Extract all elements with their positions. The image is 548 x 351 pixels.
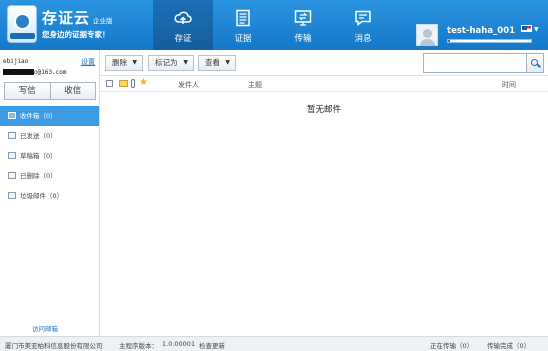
folder-label: 草稿箱（0） <box>20 152 57 160</box>
document-icon <box>236 9 250 27</box>
settings-link[interactable]: 设置 <box>81 57 95 67</box>
deleted-icon <box>8 172 16 179</box>
mail-table-header: ★ 发件人 主题 时间 <box>100 76 548 92</box>
folder-inbox[interactable]: 收件箱（0） <box>0 106 99 126</box>
folder-label: 已发送（0） <box>20 132 57 140</box>
mail-actions: 写信 收信 <box>4 82 96 100</box>
nav-label: 传输 <box>294 34 312 44</box>
nav-label: 证据 <box>234 34 252 44</box>
folder-list: 收件箱（0） 已发送（0） 草稿箱（0） 已删除（0） 垃圾邮件（0） <box>0 106 99 206</box>
brand-slogan: 您身边的证据专家！ <box>42 30 110 39</box>
check-update-link[interactable]: 检查更新 <box>199 340 225 350</box>
language-flag-icon[interactable] <box>521 25 532 32</box>
view-button[interactable]: 查看 ▼ <box>198 55 236 71</box>
account-name: ebijiao <box>3 58 29 65</box>
mark-label: 标记为 <box>155 58 178 67</box>
time-column-header[interactable]: 时间 <box>502 80 516 90</box>
cloud-upload-icon <box>174 11 192 24</box>
brand: 存证云 企业版 您身边的证据专家！ <box>42 7 113 40</box>
folder-sent[interactable]: 已发送（0） <box>0 126 99 146</box>
draft-icon <box>8 152 16 159</box>
envelope-icon <box>119 80 128 87</box>
transferring-status[interactable]: 正在传输（0） <box>430 340 473 350</box>
app-header: 存证云 企业版 您身边的证据专家！ 存证 证据 传输 消息 test-haha_… <box>0 0 548 50</box>
storage-quota-bar <box>447 39 532 43</box>
write-button[interactable]: 写信 <box>4 82 51 100</box>
inbox-icon <box>8 112 16 119</box>
nav-xiaoxi[interactable]: 消息 <box>333 0 393 50</box>
nav-chuanshu[interactable]: 传输 <box>273 0 333 50</box>
brand-title: 存证云 <box>42 9 91 27</box>
search-input[interactable] <box>423 53 527 73</box>
company-name: 厦门市美亚柏科信息股份有限公司 <box>5 342 103 350</box>
nav-label: 消息 <box>354 34 372 44</box>
main-nav: 存证 证据 传输 消息 <box>153 0 393 50</box>
select-all-checkbox[interactable] <box>106 80 113 87</box>
version-number: 1.0.00001 <box>162 340 196 348</box>
folder-label: 收件箱（0） <box>20 112 57 120</box>
transfer-done-status[interactable]: 传输完成（0） <box>487 340 530 350</box>
folder-deleted[interactable]: 已删除（0） <box>0 166 99 186</box>
folder-drafts[interactable]: 草稿箱（0） <box>0 146 99 166</box>
receive-button[interactable]: 收信 <box>50 82 96 100</box>
star-icon: ★ <box>139 77 148 88</box>
visit-mailbox-link[interactable]: 访问邮箱 <box>32 323 58 333</box>
search-button[interactable] <box>526 53 544 73</box>
account-email: o@163.com <box>3 69 67 76</box>
quota-fill <box>448 40 451 42</box>
folder-label: 已删除（0） <box>20 172 57 180</box>
logo-icon <box>7 5 37 43</box>
version-label: 主程序版本： <box>119 342 158 350</box>
message-icon <box>355 10 371 26</box>
empty-message: 暂无邮件 <box>306 105 341 115</box>
sent-icon <box>8 132 16 139</box>
subject-column-header[interactable]: 主题 <box>248 80 262 90</box>
transfer-monitor-icon <box>294 10 312 26</box>
avatar[interactable] <box>416 24 438 46</box>
brand-edition: 企业版 <box>93 17 113 25</box>
folder-label: 垃圾邮件（0） <box>20 192 64 200</box>
redaction-mask <box>3 69 34 75</box>
nav-zhengju[interactable]: 证据 <box>213 0 273 50</box>
chevron-down-icon: ▼ <box>225 59 230 66</box>
nav-cunzheng[interactable]: 存证 <box>153 0 213 50</box>
delete-button[interactable]: 删除 ▼ <box>105 55 143 71</box>
mark-as-button[interactable]: 标记为 ▼ <box>148 55 194 71</box>
delete-label: 删除 <box>112 58 127 67</box>
email-suffix: o@163.com <box>34 69 67 76</box>
mail-toolbar: 删除 ▼ 标记为 ▼ 查看 ▼ <box>100 50 548 76</box>
status-bar: 厦门市美亚柏科信息股份有限公司 主程序版本： 1.0.00001 检查更新 正在… <box>0 336 548 351</box>
sidebar: ebijiao 设置 o@163.com 写信 收信 收件箱（0） 已发送（0）… <box>0 50 100 336</box>
nav-label: 存证 <box>174 34 192 44</box>
folder-spam[interactable]: 垃圾邮件（0） <box>0 186 99 206</box>
chevron-down-icon: ▼ <box>132 59 137 66</box>
sender-column-header[interactable]: 发件人 <box>178 80 199 90</box>
view-label: 查看 <box>205 58 220 67</box>
username[interactable]: test-haha_001 <box>447 26 515 36</box>
chevron-down-icon[interactable]: ▼ <box>534 26 539 33</box>
trash-icon <box>8 192 16 199</box>
attachment-icon <box>131 79 135 88</box>
chevron-down-icon: ▼ <box>183 59 188 66</box>
